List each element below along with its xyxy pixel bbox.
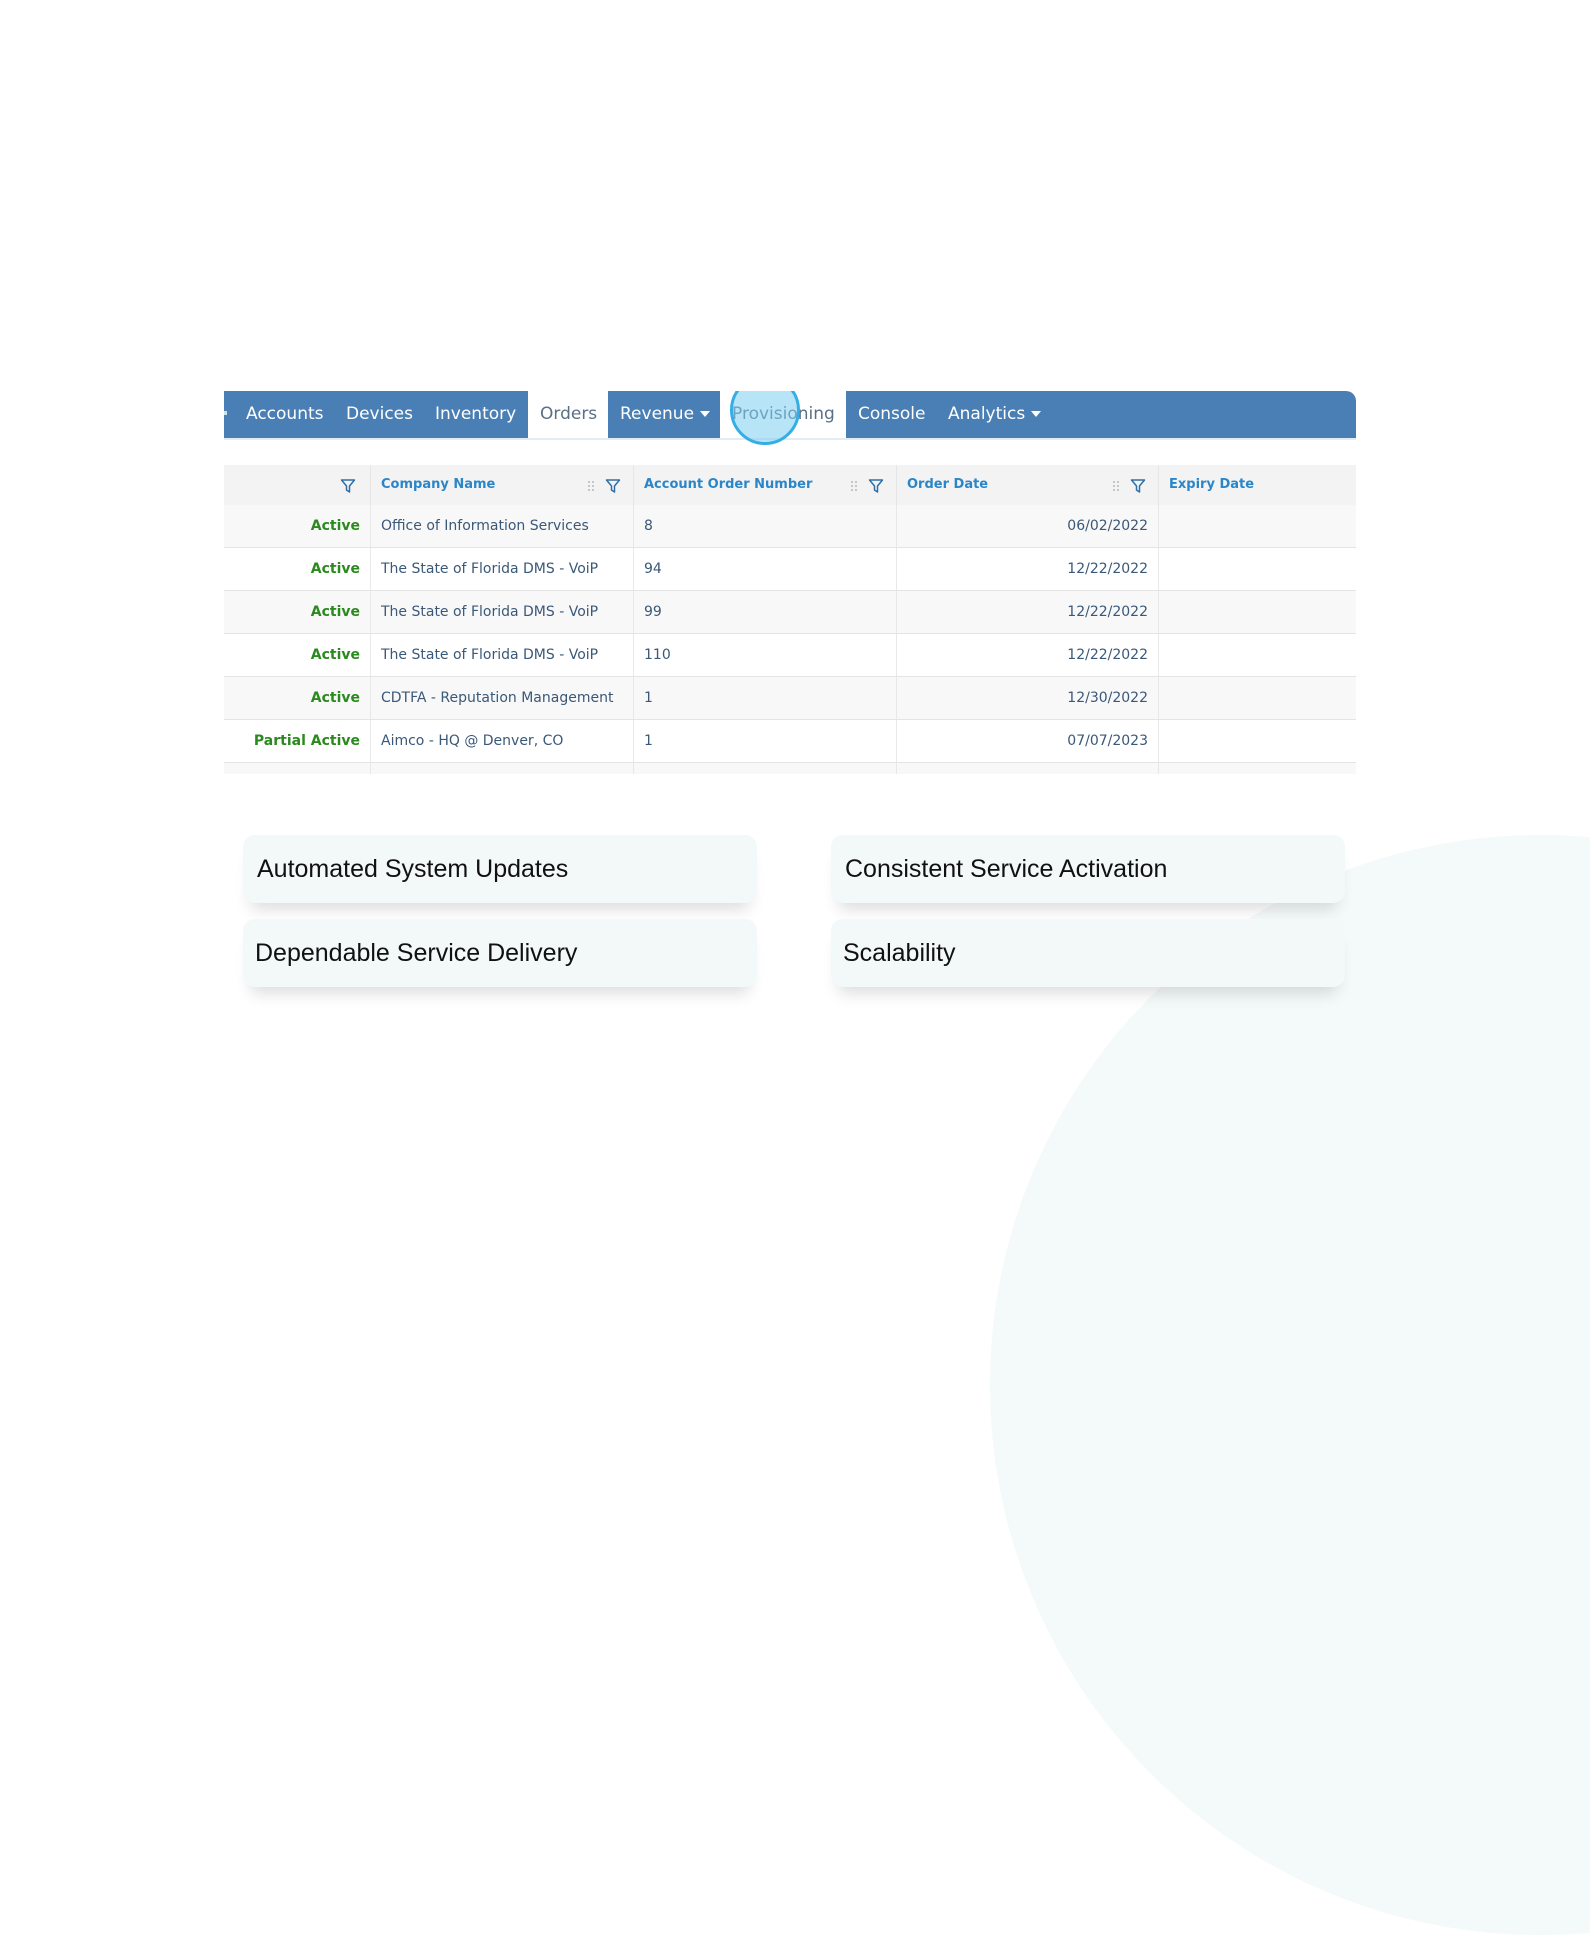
status-cell: Active: [224, 548, 371, 590]
column-header-order-date[interactable]: Order Date: [897, 465, 1159, 505]
column-label: Company Name: [381, 477, 496, 492]
company-name-cell: Office of Information Services: [371, 505, 634, 547]
feature-card-consistent-service-activation: Consistent Service Activation: [831, 835, 1345, 903]
feature-label: Automated System Updates: [257, 855, 569, 883]
orders-grid: Company Name Account Order Number Order …: [224, 465, 1356, 774]
order-number-cell: 8: [634, 505, 897, 547]
drag-handle-icon[interactable]: [1112, 480, 1120, 492]
filter-icon[interactable]: [868, 478, 884, 494]
expiry-date-cell: [1159, 591, 1356, 633]
chevron-down-icon: [700, 411, 711, 417]
order-date-cell: 12/30/2022: [897, 677, 1159, 719]
feature-card-automated-system-updates: Automated System Updates: [243, 835, 757, 903]
tab-label: Console: [858, 404, 926, 424]
tab-accounts[interactable]: Accounts: [234, 391, 336, 438]
tab-inventory[interactable]: Inventory: [423, 391, 528, 438]
feature-card-scalability: Scalability: [831, 919, 1345, 987]
nav-scroll-edge: [224, 411, 227, 415]
order-number-cell: 1: [634, 677, 897, 719]
column-label: Expiry Date: [1169, 477, 1255, 492]
tab-console[interactable]: Console: [846, 391, 938, 438]
tab-label: Devices: [346, 404, 413, 424]
order-date-cell: 06/02/2022: [897, 505, 1159, 547]
column-header-status[interactable]: [224, 465, 371, 505]
status-cell: Partial Active: [224, 720, 371, 762]
order-number-cell: 110: [634, 634, 897, 676]
order-date-cell: 12/22/2022: [897, 548, 1159, 590]
table-row[interactable]: Partial Active Aimco - HQ @ Denver, CO 1…: [224, 720, 1356, 763]
company-name-cell: Aimco - HQ @ Denver, CO: [371, 720, 634, 762]
column-label: Account Order Number: [644, 477, 813, 492]
status-cell: Active: [224, 591, 371, 633]
tab-label: Provisioning: [732, 404, 835, 424]
expiry-date-cell: [1159, 677, 1356, 719]
tab-provisioning[interactable]: Provisioning: [720, 391, 846, 438]
tab-revenue[interactable]: Revenue: [608, 391, 722, 438]
grid-header: Company Name Account Order Number Order …: [224, 465, 1356, 505]
column-header-expiry-date[interactable]: Expiry Date: [1159, 465, 1356, 505]
table-row[interactable]: Active The State of Florida DMS - VoiP 1…: [224, 634, 1356, 677]
order-date-cell: [897, 763, 1159, 774]
tab-label: Revenue: [620, 404, 695, 424]
tab-label: Inventory: [435, 404, 517, 424]
drag-handle-icon[interactable]: [587, 480, 595, 492]
company-name-cell: The State of Florida DMS - VoiP: [371, 548, 634, 590]
order-date-cell: 12/22/2022: [897, 634, 1159, 676]
drag-handle-icon[interactable]: [850, 480, 858, 492]
column-header-account-order-number[interactable]: Account Order Number: [634, 465, 897, 505]
order-number-cell: 94: [634, 548, 897, 590]
tab-analytics[interactable]: Analytics: [936, 391, 1053, 438]
status-cell: Active: [224, 634, 371, 676]
table-row[interactable]: Active CDTFA - Reputation Management 1 1…: [224, 677, 1356, 720]
company-name-cell: The State of Florida DMS - VoiP: [371, 591, 634, 633]
tab-label: Analytics: [948, 404, 1026, 424]
column-label: Order Date: [907, 477, 989, 492]
status-cell: Active: [224, 677, 371, 719]
chevron-down-icon: [1031, 411, 1042, 417]
expiry-date-cell: [1159, 720, 1356, 762]
table-row[interactable]: Active The State of Florida DMS - VoiP 9…: [224, 548, 1356, 591]
status-cell: [224, 763, 371, 774]
feature-label: Dependable Service Delivery: [255, 939, 578, 967]
tab-orders[interactable]: Orders: [528, 391, 608, 438]
table-row[interactable]: Active The State of Florida DMS - VoiP 9…: [224, 591, 1356, 634]
order-date-cell: 12/22/2022: [897, 591, 1159, 633]
order-date-cell: 07/07/2023: [897, 720, 1159, 762]
feature-label: Scalability: [843, 939, 956, 967]
column-header-company-name[interactable]: Company Name: [371, 465, 634, 505]
tab-label: Orders: [540, 404, 598, 424]
company-name-cell: CDTFA - Reputation Management: [371, 677, 634, 719]
app-screenshot: Accounts Devices Inventory Orders Revenu…: [224, 391, 1356, 774]
order-number-cell: 1: [634, 720, 897, 762]
main-navbar: Accounts Devices Inventory Orders Revenu…: [224, 391, 1356, 445]
filter-icon[interactable]: [605, 478, 621, 494]
table-row[interactable]: Active Office of Information Services 8 …: [224, 505, 1356, 548]
order-number-cell: 99: [634, 591, 897, 633]
feature-label: Consistent Service Activation: [845, 855, 1168, 883]
tab-devices[interactable]: Devices: [334, 391, 425, 438]
company-name-cell: The State of Florida DMS - VoiP: [371, 634, 634, 676]
filter-icon[interactable]: [340, 478, 356, 494]
tab-label: Accounts: [246, 404, 324, 424]
feature-card-dependable-service-delivery: Dependable Service Delivery: [243, 919, 757, 987]
status-cell: Active: [224, 505, 371, 547]
filter-icon[interactable]: [1130, 478, 1146, 494]
expiry-date-cell: [1159, 634, 1356, 676]
order-number-cell: [634, 763, 897, 774]
expiry-date-cell: [1159, 505, 1356, 547]
background-decoration: [990, 835, 1590, 1935]
table-row-partial: [224, 763, 1356, 774]
expiry-date-cell: [1159, 548, 1356, 590]
company-name-cell: [371, 763, 634, 774]
